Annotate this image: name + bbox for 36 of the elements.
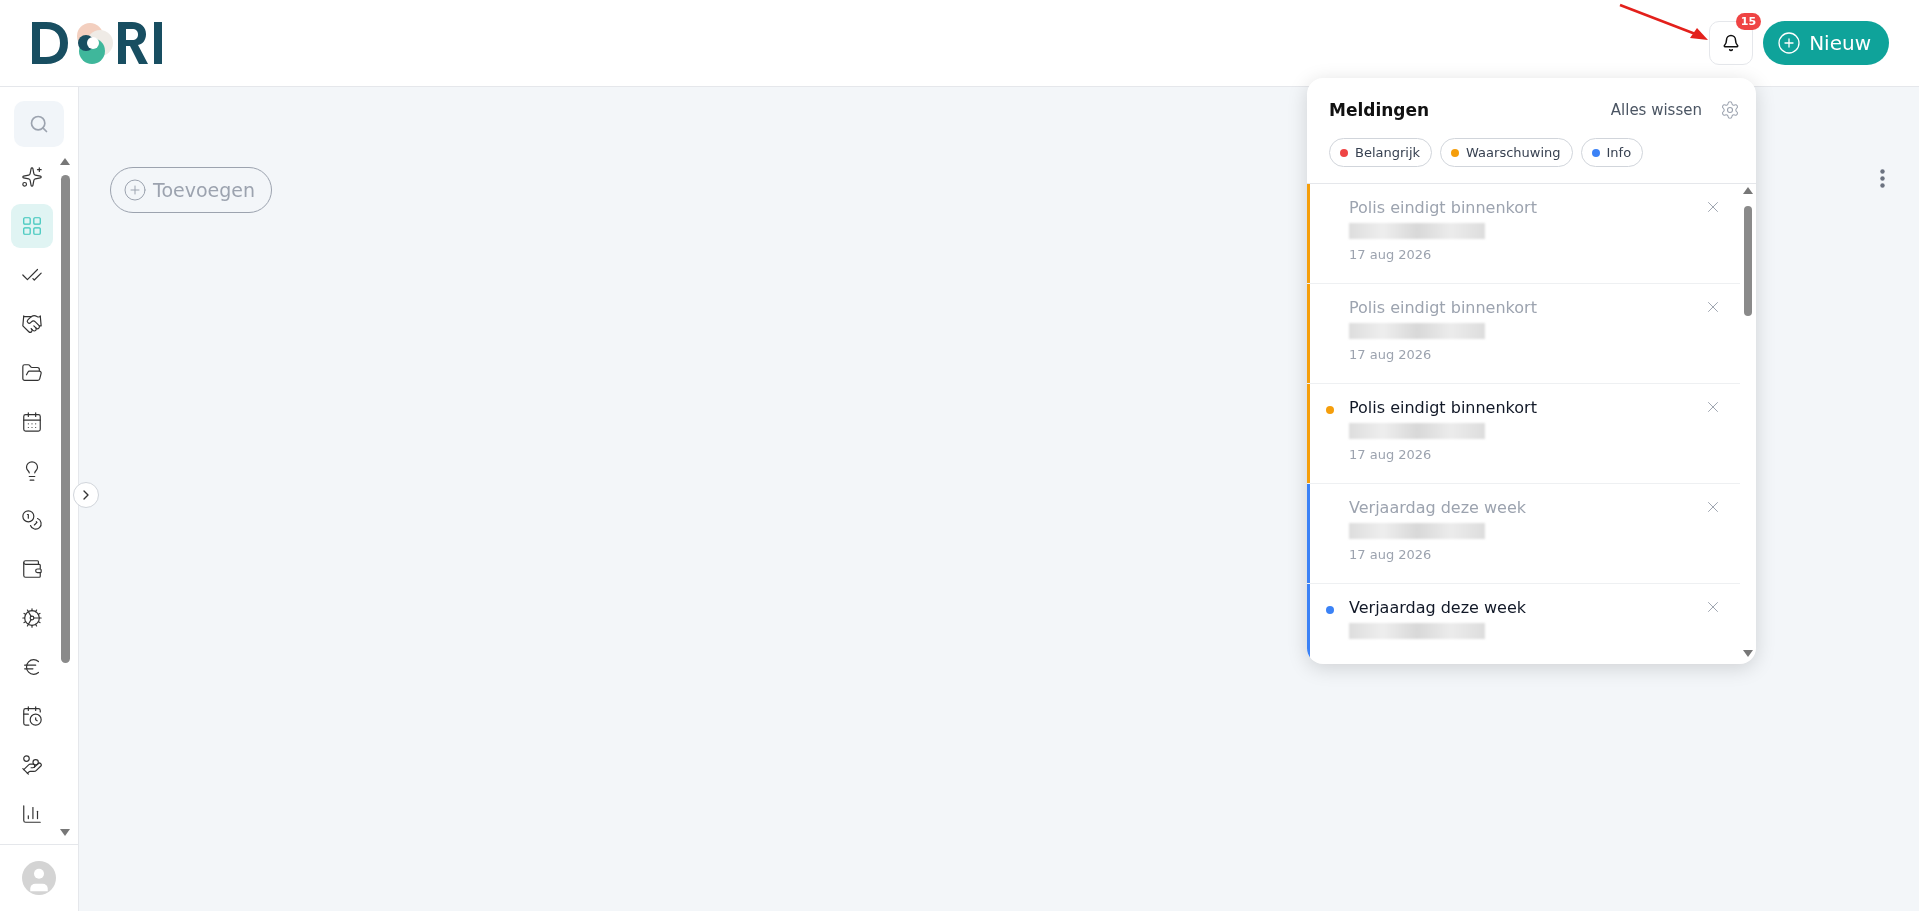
bell-icon xyxy=(1722,34,1741,52)
plus-icon xyxy=(1777,31,1802,55)
notification-item[interactable]: Polis eindigt binnenkort 17 aug 2026 xyxy=(1307,384,1740,484)
clear-all-link[interactable]: Alles wissen xyxy=(1610,101,1702,119)
search-icon xyxy=(29,114,49,134)
notification-date: 17 aug 2026 xyxy=(1349,547,1433,562)
notification-date: 17 aug 2026 xyxy=(1349,247,1433,262)
notification-item[interactable]: Verjaardag deze week xyxy=(1307,584,1740,664)
notification-date: 17 aug 2026 xyxy=(1349,447,1433,462)
hand-coins-icon xyxy=(21,754,43,776)
expand-sidebar-button[interactable] xyxy=(73,482,99,508)
calendar-icon xyxy=(21,411,43,433)
handshake-icon xyxy=(21,313,43,335)
wallet-icon xyxy=(21,558,43,580)
filter-chip[interactable]: Info xyxy=(1580,138,1644,167)
settings-icon[interactable] xyxy=(1720,100,1740,120)
coins-icon xyxy=(21,509,43,531)
folder-icon xyxy=(21,362,43,384)
notification-title: Polis eindigt binnenkort xyxy=(1349,398,1538,417)
panel-title: Meldingen xyxy=(1329,100,1431,120)
notification-count-badge: 15 xyxy=(1735,13,1762,30)
cog-icon xyxy=(21,607,43,629)
more-options-button[interactable] xyxy=(1880,169,1885,188)
filter-chip[interactable]: Belangrijk xyxy=(1329,138,1433,167)
filter-chip[interactable]: Waarschuwing xyxy=(1440,138,1573,167)
plus-icon xyxy=(123,178,147,202)
notification-title: Verjaardag deze week xyxy=(1349,498,1528,517)
bar-chart-icon xyxy=(21,803,43,825)
notification-title: Polis eindigt binnenkort xyxy=(1349,198,1538,217)
notification-date: 17 aug 2026 xyxy=(1349,347,1433,362)
notification-title: Polis eindigt binnenkort xyxy=(1349,298,1538,317)
sparkle-icon xyxy=(21,166,43,188)
notification-title: Verjaardag deze week xyxy=(1349,598,1528,617)
grid-icon xyxy=(21,215,43,237)
calendar-clock-icon xyxy=(21,705,43,727)
kebab-icon xyxy=(1880,169,1885,188)
